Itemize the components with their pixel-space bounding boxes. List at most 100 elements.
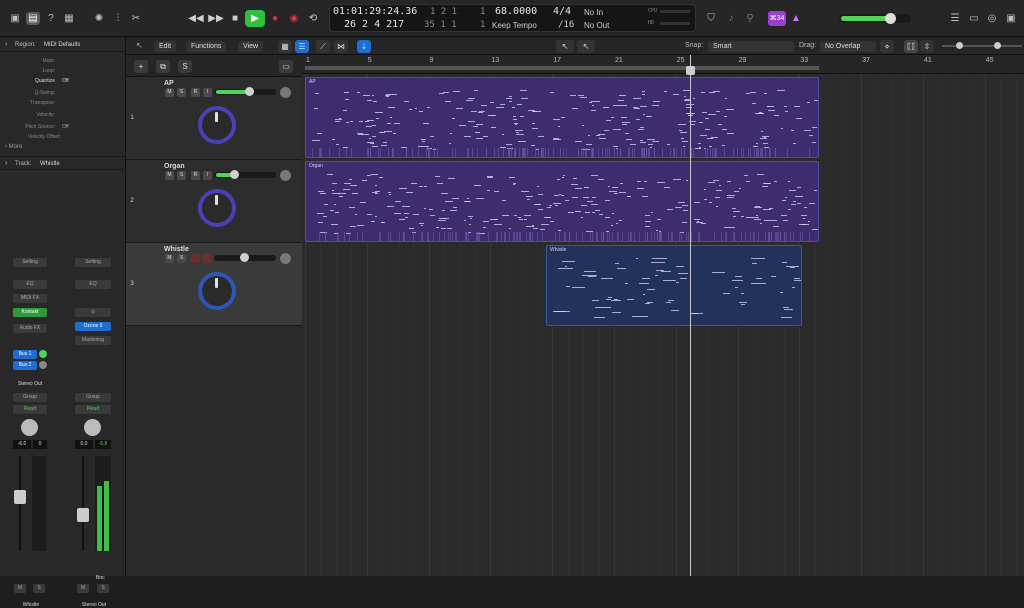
- duplicate-track-button[interactable]: ⧉: [156, 60, 170, 73]
- functions-menu[interactable]: Functions: [186, 41, 227, 52]
- disclosure-icon[interactable]: ›: [5, 41, 7, 48]
- solo-button[interactable]: S: [177, 88, 186, 97]
- global-tracks-icon[interactable]: ▭: [279, 60, 293, 73]
- browser-icon[interactable]: ▣: [1004, 12, 1018, 25]
- pan-knob[interactable]: [21, 419, 38, 436]
- smart-control-knob[interactable]: [198, 106, 236, 144]
- mute-button[interactable]: M: [77, 584, 89, 593]
- add-track-button[interactable]: +: [134, 60, 148, 73]
- mute-button[interactable]: M: [165, 88, 174, 97]
- smart-control-knob[interactable]: [198, 189, 236, 227]
- volume-fader[interactable]: [14, 490, 26, 504]
- lcd-display[interactable]: 01:01:29:24.36 26 2 4 217 1 2 1 1 35 1 1…: [329, 4, 696, 32]
- input-monitor-button[interactable]: I: [203, 88, 212, 97]
- vertical-zoom-icon[interactable]: ⇳: [920, 40, 934, 53]
- midi-region-whistle[interactable]: Whistle: [546, 245, 802, 326]
- list-view-icon[interactable]: ☰: [295, 40, 309, 53]
- automation-icon[interactable]: ⟋: [316, 40, 330, 53]
- volume-fader[interactable]: [77, 508, 89, 522]
- pitch-source-value[interactable]: Off: [62, 124, 69, 130]
- play-button[interactable]: ▶: [245, 10, 265, 27]
- key-command-badge[interactable]: ⌘34: [768, 11, 786, 26]
- master-volume-knob[interactable]: [885, 13, 896, 24]
- output-slot[interactable]: Stereo Out: [13, 380, 47, 389]
- record-enable-button[interactable]: [191, 254, 200, 263]
- inspector-icon[interactable]: ▤: [26, 12, 40, 25]
- grid-view-icon[interactable]: ▦: [278, 40, 292, 53]
- record-enable-button[interactable]: R: [191, 171, 200, 180]
- track-volume-slider[interactable]: [214, 253, 276, 262]
- track-volume-slider[interactable]: [214, 87, 276, 96]
- solo-button[interactable]: S: [97, 584, 109, 593]
- rewind-button[interactable]: ◀◀: [187, 11, 205, 26]
- horizontal-zoom-slider[interactable]: [942, 42, 1022, 49]
- record-button[interactable]: ●: [266, 11, 284, 26]
- arrange-area[interactable]: 1 5 9 13 17 21 25 29 33 37 41 45 AP Organ Whistle: [302, 55, 1024, 576]
- track-header[interactable]: › Track: Whistle: [0, 156, 126, 170]
- group-slot[interactable]: Group: [13, 393, 47, 402]
- metronome-icon[interactable]: ▲: [789, 12, 803, 25]
- stop-button[interactable]: ■: [226, 11, 244, 26]
- back-icon[interactable]: ↖: [136, 41, 143, 50]
- track-name[interactable]: Whistle: [164, 246, 189, 253]
- mastering-slot[interactable]: Mastering: [75, 336, 111, 345]
- eq-button[interactable]: EQ: [13, 280, 47, 289]
- send-bus-1[interactable]: Bus 1: [13, 350, 37, 359]
- count-in-icon[interactable]: ⚲: [743, 12, 757, 25]
- region-header[interactable]: › Region: MIDI Defaults: [0, 38, 126, 52]
- view-menu[interactable]: View: [238, 41, 264, 52]
- pan-knob[interactable]: [84, 419, 101, 436]
- track-pan-knob[interactable]: [280, 170, 291, 181]
- global-solo-button[interactable]: S: [178, 60, 192, 73]
- record-enable-button[interactable]: R: [191, 88, 200, 97]
- waveform-zoom-icon[interactable]: ⋄: [880, 40, 894, 53]
- forward-button[interactable]: ▶▶: [207, 11, 225, 26]
- send-knob[interactable]: [39, 350, 47, 358]
- loop-browser-icon[interactable]: ◎: [985, 12, 999, 25]
- editors-icon[interactable]: ✂: [129, 12, 143, 25]
- solo-button[interactable]: S: [177, 254, 186, 263]
- secondary-tool-icon[interactable]: ↖: [577, 40, 595, 53]
- smart-controls-icon[interactable]: ✺: [92, 12, 106, 25]
- capture-record-button[interactable]: ◉: [285, 11, 303, 26]
- drag-dropdown[interactable]: No Overlap: [820, 41, 876, 52]
- cycle-range[interactable]: [305, 66, 819, 70]
- solo-button[interactable]: S: [177, 171, 186, 180]
- pointer-tool-icon[interactable]: ↖: [556, 40, 574, 53]
- mute-button[interactable]: M: [165, 171, 174, 180]
- library-icon[interactable]: ▣: [8, 12, 22, 25]
- smart-control-knob[interactable]: [198, 272, 236, 310]
- master-volume-slider[interactable]: [839, 13, 911, 24]
- more-toggle[interactable]: › More: [5, 144, 22, 150]
- track-pan-knob[interactable]: [280, 87, 291, 98]
- flex-icon[interactable]: ⋈: [334, 40, 348, 53]
- list-editors-icon[interactable]: ☰: [948, 12, 962, 25]
- setting-button[interactable]: Setting: [13, 258, 47, 267]
- link-icon[interactable]: ⊙: [75, 308, 111, 317]
- snap-dropdown[interactable]: Smart: [708, 41, 794, 52]
- track-header-ap[interactable]: 1 AP M S R I: [126, 77, 302, 160]
- zoom-fit-icon[interactable]: ⟦⟧: [904, 40, 918, 53]
- track-name[interactable]: AP: [164, 80, 174, 87]
- audio-fx-slot[interactable]: Audio FX: [13, 324, 47, 333]
- eq-button[interactable]: EQ: [75, 280, 111, 289]
- instrument-slot[interactable]: Kontakt: [13, 308, 47, 317]
- disclosure-icon[interactable]: ›: [5, 160, 7, 167]
- midi-fx-slot[interactable]: MIDI FX: [13, 294, 47, 303]
- input-monitor-button[interactable]: I: [203, 171, 212, 180]
- input-monitor-button[interactable]: [203, 254, 212, 263]
- automation-mode[interactable]: Read: [75, 405, 111, 414]
- track-pan-knob[interactable]: [280, 253, 291, 264]
- toolbar-icon[interactable]: ▦: [62, 12, 76, 25]
- mute-button[interactable]: M: [14, 584, 26, 593]
- track-header-organ[interactable]: 2 Organ M S R I: [126, 160, 302, 243]
- plugin-slot[interactable]: Ozone 9: [75, 322, 111, 331]
- notepad-icon[interactable]: ▭: [967, 12, 981, 25]
- solo-button[interactable]: S: [33, 584, 45, 593]
- automation-mode[interactable]: Read: [13, 405, 47, 414]
- send-bus-2[interactable]: Bus 2: [13, 361, 37, 370]
- send-knob[interactable]: [39, 361, 47, 369]
- edit-menu[interactable]: Edit: [154, 41, 177, 52]
- cycle-button[interactable]: ⟲: [304, 11, 322, 26]
- quick-help-icon[interactable]: ?: [44, 12, 58, 25]
